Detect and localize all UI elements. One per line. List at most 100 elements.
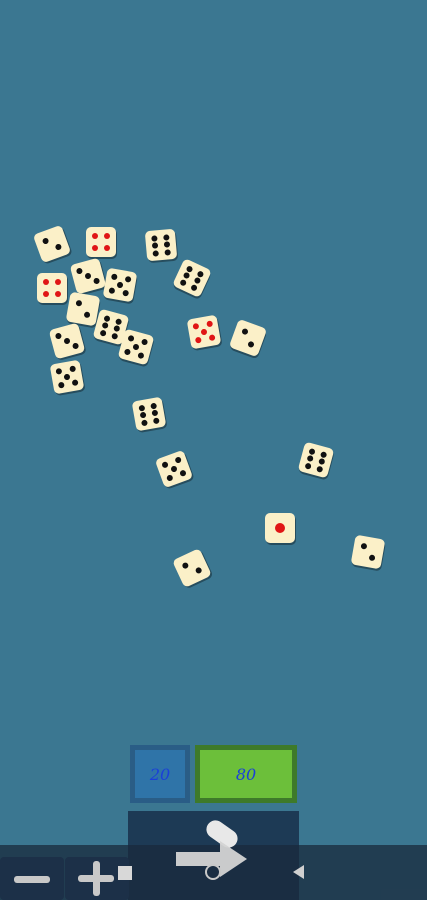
die-pip [63,337,71,345]
die-pip [139,411,147,419]
home-circle-icon[interactable] [205,864,221,880]
die-pip [318,457,326,466]
die[interactable] [172,548,212,588]
die-pip [150,402,158,410]
die-pip [71,342,80,350]
die-pip [174,456,182,465]
die[interactable] [117,328,155,366]
die[interactable] [154,449,194,489]
die-pip [195,566,204,575]
die-pip [360,542,368,550]
die-pip [275,523,285,533]
die[interactable] [144,228,178,262]
die-pip [163,233,170,241]
die-pip [138,404,146,412]
die-pip [368,554,376,562]
die-pip [127,335,136,343]
die-pip [55,291,61,297]
die-pip [166,473,174,482]
die-pip [151,234,158,242]
die-pip [111,332,119,340]
die[interactable] [228,318,268,358]
die-pip [92,277,101,285]
die-pip [190,283,199,292]
die-pip [208,333,216,341]
die-pip [104,245,110,251]
die-pip [240,327,249,335]
die-pip [55,368,63,376]
die[interactable] [186,314,222,350]
die-pip [111,273,119,281]
die-pip [163,241,171,248]
die[interactable] [65,291,101,327]
die-pip [115,317,123,325]
score-box-right: 80 [195,745,297,803]
die-pip [180,561,189,570]
die[interactable] [69,257,107,295]
die[interactable] [350,534,386,570]
die-pip [124,347,132,356]
die-pip [151,409,159,417]
die-pip [124,276,132,284]
die-pip [247,341,256,349]
die-pip [136,351,145,359]
die[interactable] [48,322,86,360]
die-pip [55,243,63,252]
die-pip [92,245,98,251]
die-pip [58,381,66,389]
roll-arrow-icon[interactable] [172,815,262,895]
die-pip [63,373,71,381]
die-pip [54,332,63,340]
die-pip [193,276,202,285]
die-pip [179,278,188,287]
die-pip [195,336,203,344]
die-pip [113,324,121,333]
die-pip [182,271,191,280]
square-icon[interactable] [118,866,132,880]
score-right-value: 80 [235,764,257,784]
die-pip [103,314,111,322]
die[interactable] [131,396,167,432]
die[interactable] [37,273,67,303]
die-pip [83,311,91,319]
die[interactable] [49,359,85,395]
die-pip [99,329,107,337]
die-pip [200,328,208,336]
die-pip [306,454,314,463]
die-pip [151,242,159,249]
die-pip [205,320,213,328]
die-pip [192,323,200,331]
die[interactable] [297,441,335,479]
die-pip [320,450,328,458]
die-pip [116,281,124,289]
die-pip [140,338,148,346]
die-pip [140,418,148,426]
die-pip [316,465,324,473]
die-pip [92,233,98,239]
die[interactable] [172,258,212,298]
die-pip [108,286,116,294]
die-pip [43,279,49,285]
die-pip [152,249,159,257]
minus-icon [14,876,50,883]
die-pip [71,378,79,386]
die-pip [101,321,109,330]
die[interactable] [265,513,295,543]
score-box-left: 20 [130,745,190,803]
die-pip [164,248,171,256]
die-pip [75,299,83,307]
die-pip [55,279,61,285]
back-triangle-icon[interactable] [293,865,304,879]
score-left-value: 20 [149,764,171,784]
die-pip [68,365,76,373]
die[interactable] [32,224,72,264]
die-pip [104,233,110,239]
die-pip [178,469,187,477]
die[interactable] [86,227,116,257]
die-pip [304,462,312,470]
remove-die-button[interactable] [0,857,64,900]
die-pip [152,416,160,424]
die[interactable] [102,267,138,303]
die-pip [161,461,170,469]
die-pip [41,236,49,245]
